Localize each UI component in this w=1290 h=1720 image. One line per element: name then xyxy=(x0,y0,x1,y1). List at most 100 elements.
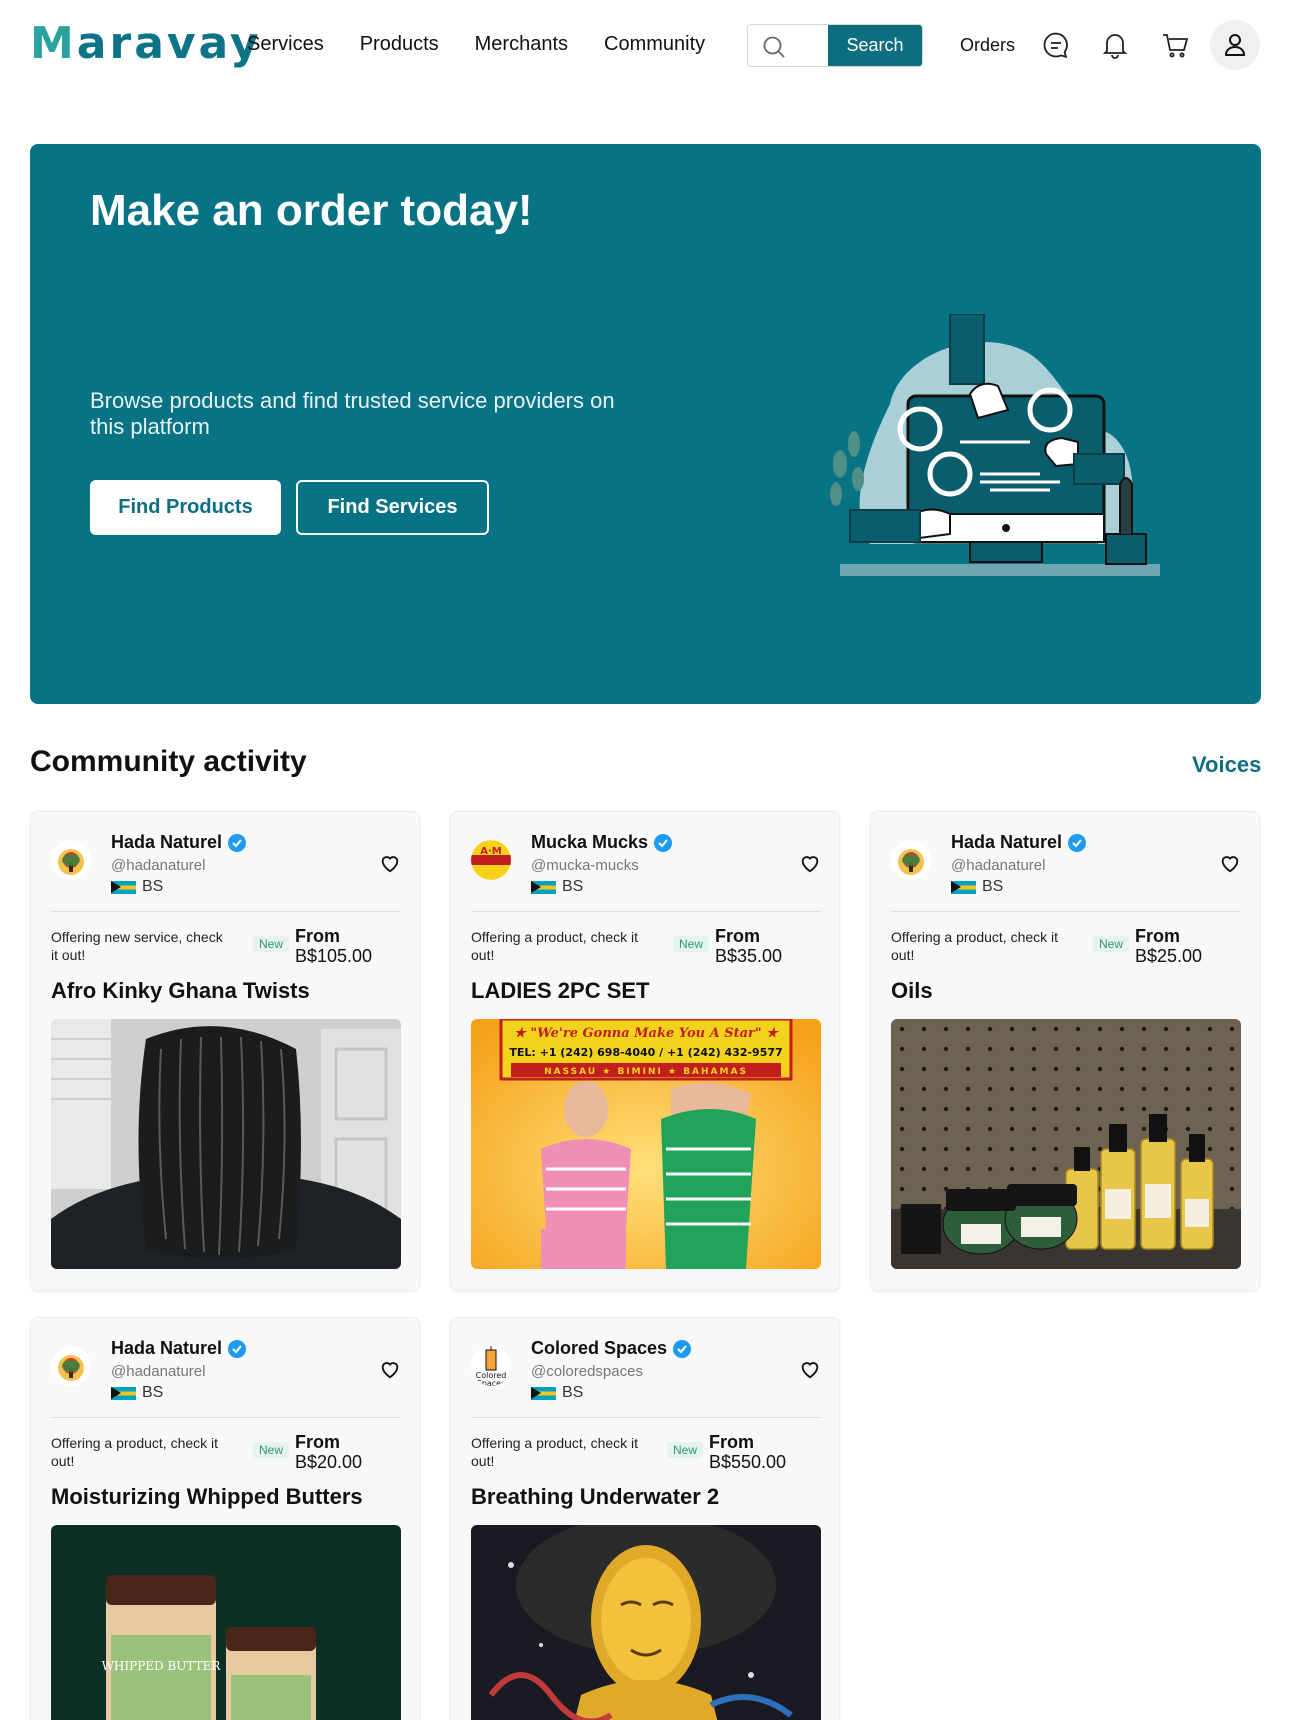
item-image[interactable] xyxy=(891,1019,1241,1269)
merchant-handle: @hadanaturel xyxy=(111,857,206,874)
bahamas-flag-icon xyxy=(531,880,556,894)
price-block: From B$25.00 xyxy=(1135,926,1203,966)
heart-icon[interactable] xyxy=(379,1358,401,1380)
main-nav: Services Products Merchants Community xyxy=(247,33,741,56)
verified-icon xyxy=(228,1339,247,1358)
divider xyxy=(51,911,401,912)
user-avatar[interactable] xyxy=(1210,20,1260,70)
find-products-button[interactable]: Find Products xyxy=(90,480,281,535)
item-title[interactable]: LADIES 2PC SET xyxy=(471,978,649,1004)
search-field xyxy=(748,25,828,66)
merchant-country: BS xyxy=(531,878,583,896)
item-title[interactable]: Breathing Underwater 2 xyxy=(471,1484,719,1510)
divider xyxy=(471,911,821,912)
chat-icon[interactable] xyxy=(1041,30,1071,60)
merchant-country: BS xyxy=(111,878,163,896)
hero-subtitle: Browse products and find trusted service… xyxy=(90,388,615,439)
voices-link[interactable]: Voices xyxy=(1192,752,1261,778)
community-card[interactable]: Hada Naturel @hadanaturel BS Offering ne… xyxy=(30,811,420,1291)
new-badge: New xyxy=(673,936,710,952)
merchant-logo xyxy=(51,840,91,880)
merchant-logo xyxy=(891,840,931,880)
item-title[interactable]: Afro Kinky Ghana Twists xyxy=(51,978,310,1004)
merchant-handle: @coloredspaces xyxy=(531,1363,643,1380)
merchant-name[interactable]: Hada Naturel xyxy=(951,832,1087,853)
price-block: From B$35.00 xyxy=(715,926,783,966)
item-image[interactable] xyxy=(51,1019,401,1269)
verified-icon xyxy=(654,833,673,852)
offer-text: Offering a product, check it out! xyxy=(891,929,1059,963)
svg-text:Spaces: Spaces xyxy=(477,1379,506,1386)
orders-link[interactable]: Orders xyxy=(960,35,1015,56)
hero-title: Make an order today! xyxy=(90,186,533,235)
flyer-slogan: ★ "We're Gonna Make You A Star" ★ xyxy=(514,1026,780,1041)
find-services-button[interactable]: Find Services xyxy=(296,480,489,535)
offer-text: Offering a product, check it out! xyxy=(471,929,639,963)
svg-text:WHIPPED BUTTER: WHIPPED BUTTER xyxy=(102,1659,222,1673)
flyer-phone: TEL: +1 (242) 698-4040 / +1 (242) 432-95… xyxy=(509,1046,782,1059)
new-badge: New xyxy=(1093,936,1130,952)
nav-merchants[interactable]: Merchants xyxy=(475,33,568,56)
price-block: From B$550.00 xyxy=(709,1432,787,1472)
top-header: Maravay Services Products Merchants Comm… xyxy=(0,0,1290,92)
verified-icon xyxy=(1068,833,1087,852)
offer-text: Offering a product, check it out! xyxy=(51,1435,219,1469)
flyer-locations: NASSAU ★ BIMINI ★ BAHAMAS xyxy=(544,1067,748,1077)
merchant-name[interactable]: Hada Naturel xyxy=(111,832,247,853)
svg-text:A·M: A·M xyxy=(480,846,502,857)
bahamas-flag-icon xyxy=(111,1386,136,1400)
merchant-logo: A·M xyxy=(471,840,511,880)
divider xyxy=(891,911,1241,912)
community-card[interactable]: Hada Naturel @hadanaturel BS Offering a … xyxy=(30,1317,420,1720)
bell-icon[interactable] xyxy=(1100,30,1130,60)
cart-icon[interactable] xyxy=(1160,30,1190,60)
item-title[interactable]: Oils xyxy=(891,978,933,1004)
community-title: Community activity xyxy=(30,745,307,778)
merchant-handle: @mucka-mucks xyxy=(531,857,639,874)
merchant-name[interactable]: Colored Spaces xyxy=(531,1338,692,1359)
community-card[interactable]: Colored Spaces Colored Spaces @coloredspa… xyxy=(450,1317,840,1720)
merchant-logo xyxy=(51,1346,91,1386)
item-image[interactable]: ★ "We're Gonna Make You A Star" ★ TEL: +… xyxy=(471,1019,821,1269)
search-illustration xyxy=(830,314,1160,576)
nav-products[interactable]: Products xyxy=(360,33,439,56)
item-title[interactable]: Moisturizing Whipped Butters xyxy=(51,1484,363,1510)
offer-text: Offering a product, check it out! xyxy=(471,1435,639,1469)
merchant-name[interactable]: Hada Naturel xyxy=(111,1338,247,1359)
heart-icon[interactable] xyxy=(379,852,401,874)
verified-icon xyxy=(673,1339,692,1358)
price-block: From B$20.00 xyxy=(295,1432,363,1472)
nav-community[interactable]: Community xyxy=(604,33,705,56)
item-image[interactable]: WHIPPED BUTTER xyxy=(51,1525,401,1720)
logo[interactable]: Maravay xyxy=(30,18,262,69)
bahamas-flag-icon xyxy=(531,1386,556,1400)
divider xyxy=(471,1417,821,1418)
nav-services[interactable]: Services xyxy=(247,33,324,56)
heart-icon[interactable] xyxy=(799,1358,821,1380)
merchant-handle: @hadanaturel xyxy=(111,1363,206,1380)
search-bar: Search xyxy=(747,24,923,67)
merchant-logo: Colored Spaces xyxy=(471,1346,511,1386)
item-image[interactable] xyxy=(471,1525,821,1720)
offer-text: Offering new service, check it out! xyxy=(51,929,223,963)
merchant-country: BS xyxy=(111,1384,163,1402)
verified-icon xyxy=(228,833,247,852)
search-button[interactable]: Search xyxy=(828,25,922,66)
user-icon xyxy=(1224,34,1246,56)
bahamas-flag-icon xyxy=(951,880,976,894)
heart-icon[interactable] xyxy=(799,852,821,874)
heart-icon[interactable] xyxy=(1219,852,1241,874)
new-badge: New xyxy=(667,1442,704,1458)
divider xyxy=(51,1417,401,1418)
merchant-name[interactable]: Mucka Mucks xyxy=(531,832,673,853)
community-card[interactable]: Hada Naturel @hadanaturel BS Offering a … xyxy=(870,811,1260,1291)
new-badge: New xyxy=(253,1442,290,1458)
hero-banner: Make an order today! Browse products and… xyxy=(30,144,1261,704)
merchant-country: BS xyxy=(951,878,1003,896)
price-block: From B$105.00 xyxy=(295,926,373,966)
merchant-handle: @hadanaturel xyxy=(951,857,1046,874)
search-input[interactable] xyxy=(748,25,828,66)
bahamas-flag-icon xyxy=(111,880,136,894)
community-card[interactable]: A·M Mucka Mucks @mucka-mucks BS Offering… xyxy=(450,811,840,1291)
merchant-country: BS xyxy=(531,1384,583,1402)
